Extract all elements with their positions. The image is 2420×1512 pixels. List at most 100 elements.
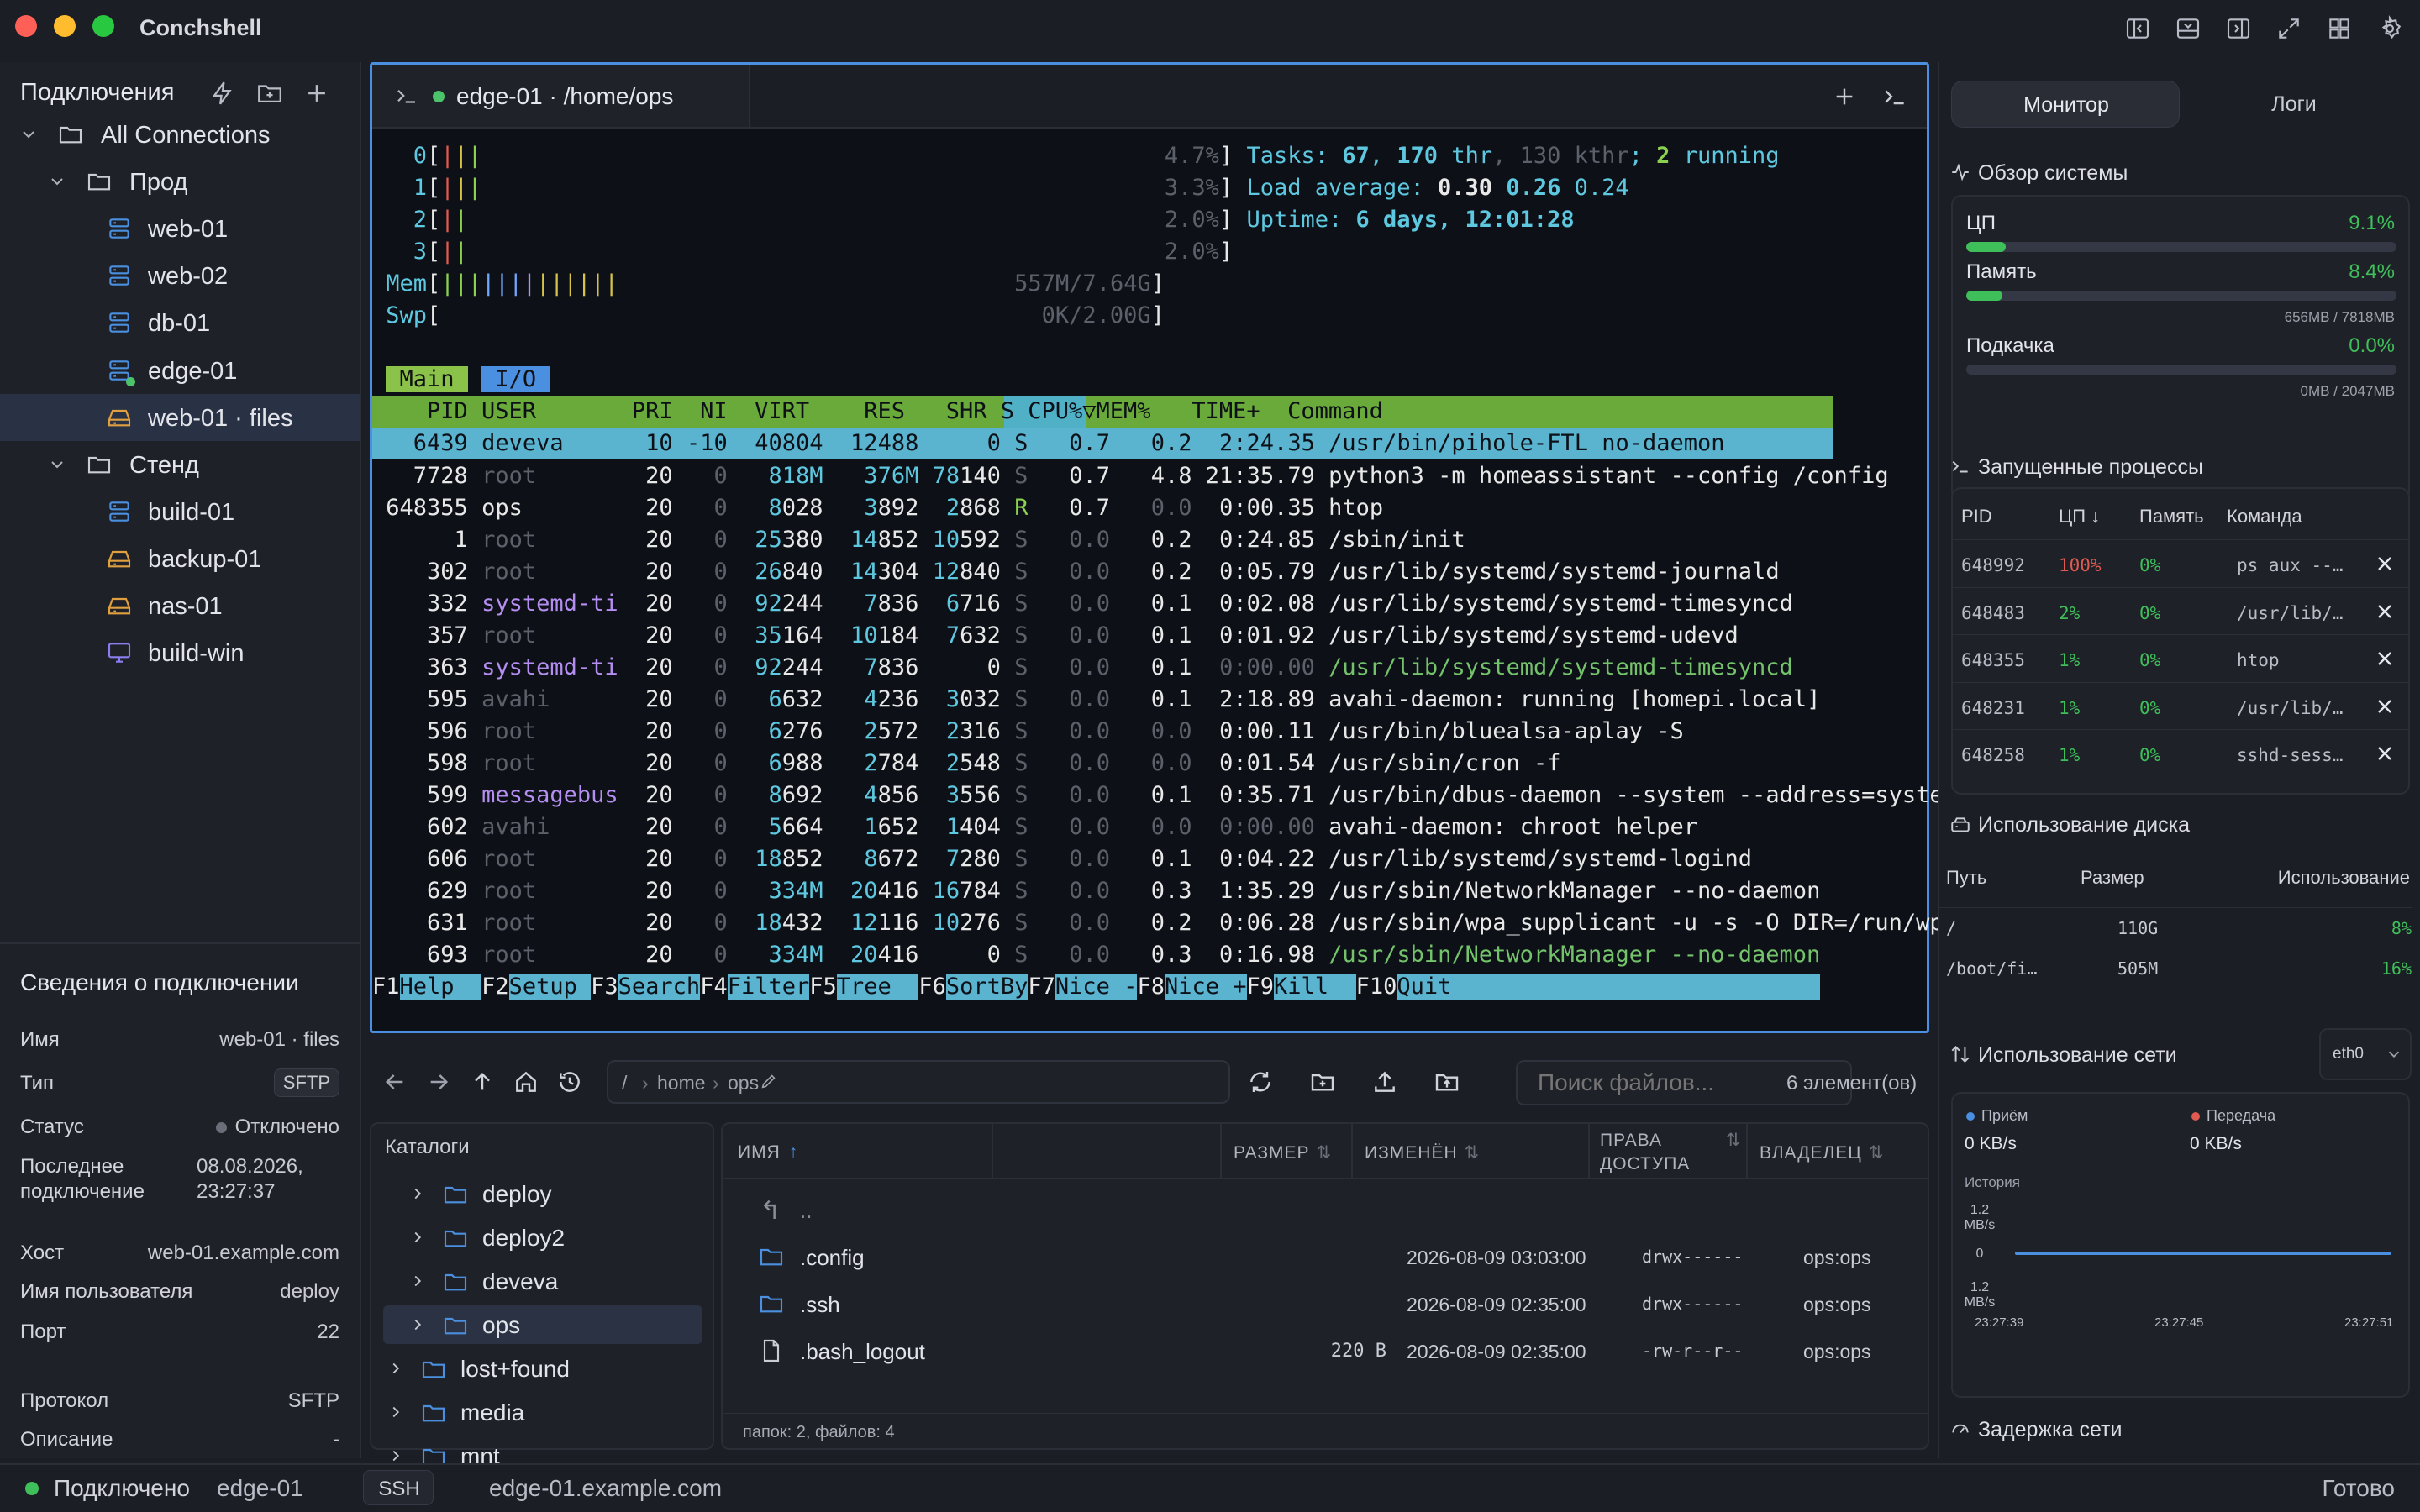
edit-path-pencil-icon[interactable] (760, 1072, 778, 1090)
kill-process-close-icon[interactable] (2373, 600, 2396, 623)
fkey-f10[interactable]: F10 (1356, 974, 1397, 1000)
grid-layout-icon[interactable] (2326, 15, 2353, 42)
chevron-right-icon[interactable] (387, 1403, 405, 1421)
kill-process-close-icon[interactable] (2373, 647, 2396, 670)
fkey-label[interactable]: Setup (508, 974, 592, 1000)
tree-item-all-connections[interactable]: All Connections (0, 111, 360, 158)
file-row[interactable]: .bash_logout 220 B 2026-08-09 02:35:00 -rw-… (723, 1329, 1928, 1374)
toggle-bottom-panel-icon[interactable] (2175, 15, 2202, 42)
tree-item-edge-01[interactable]: edge-01 (0, 347, 360, 394)
forward-arrow-icon[interactable] (425, 1068, 452, 1095)
monitor-process-row[interactable]: 648258 1% 0% sshd-sess… (1953, 729, 2408, 776)
path-ops[interactable]: ops (728, 1072, 759, 1095)
fkey-label[interactable]: Quit (1397, 974, 1452, 1000)
tree-item-web-02[interactable]: web-02 (0, 252, 360, 299)
catalog-item-ops[interactable]: ops (383, 1305, 702, 1344)
fkey-label[interactable]: Tree (836, 974, 919, 1000)
fkey-label[interactable]: Search (618, 974, 701, 1000)
kill-process-close-icon[interactable] (2373, 742, 2396, 765)
fullscreen-icon[interactable] (2275, 15, 2302, 42)
fkey-f8[interactable]: F8 (1137, 974, 1165, 1000)
column-modified-header[interactable]: ИЗМЕНЁН ⇅ (1365, 1142, 1480, 1163)
fkey-f5[interactable]: F5 (809, 974, 837, 1000)
home-icon[interactable] (513, 1068, 539, 1095)
fkey-label[interactable]: Help (399, 974, 482, 1000)
tab-logs[interactable]: Логи (2180, 81, 2408, 128)
chevron-down-icon[interactable] (18, 124, 39, 144)
tree-item-web-01[interactable]: web-01 (0, 205, 360, 252)
tree-item-nas-01[interactable]: nas-01 (0, 582, 360, 629)
chevron-right-icon[interactable] (408, 1228, 427, 1247)
column-perms-header[interactable]: ПРАВА ДОСТУПА ⇅ (1600, 1129, 1741, 1176)
fkey-f3[interactable]: F3 (591, 974, 618, 1000)
tab-monitor[interactable]: Монитор (1951, 81, 2180, 128)
path-root[interactable]: / (622, 1072, 627, 1095)
catalog-item-deploy[interactable]: deploy (371, 1174, 713, 1213)
catalog-item-lost-found[interactable]: lost+found (371, 1349, 713, 1388)
monitor-process-row[interactable]: 648355 1% 0% htop (1953, 634, 2408, 681)
column-name-header[interactable]: ИМЯ ↑ (738, 1142, 798, 1163)
fkey-label[interactable]: Filter (727, 974, 810, 1000)
fkey-label[interactable]: Nice + (1164, 974, 1247, 1000)
htop-output[interactable]: 0[||| 4.7%] Tasks: 67, 170 thr, 130 kthr… (372, 129, 1957, 1031)
tree-item-db-01[interactable]: db-01 (0, 299, 360, 346)
parent-directory-row[interactable]: ↰ .. (723, 1188, 1928, 1233)
up-arrow-icon[interactable] (469, 1068, 496, 1095)
chevron-right-icon[interactable] (387, 1359, 405, 1378)
new-tab-icon[interactable] (1831, 83, 1858, 110)
tree-item-web-01-files[interactable]: web-01 · files (0, 393, 360, 441)
terminal-tab[interactable]: edge-01 · /home/ops (372, 65, 750, 127)
fkey-f7[interactable]: F7 (1028, 974, 1055, 1000)
kill-process-close-icon[interactable] (2373, 695, 2396, 718)
terminal-pane[interactable]: edge-01 · /home/ops 0[||| 4.7%] Tasks: 6… (370, 62, 1957, 1033)
refresh-icon[interactable] (1247, 1068, 1274, 1095)
chevron-down-icon[interactable] (47, 454, 67, 475)
terminal-menu-icon[interactable] (1881, 83, 1908, 110)
new-folder-icon[interactable] (1309, 1068, 1336, 1095)
toggle-right-panel-icon[interactable] (2225, 15, 2252, 42)
interface-select[interactable]: eth0 (2319, 1028, 2412, 1080)
add-connection-icon[interactable] (302, 79, 331, 108)
file-row[interactable]: .config 2026-08-09 03:03:00 drwx------ ops:… (723, 1235, 1928, 1280)
kill-process-close-icon[interactable] (2373, 552, 2396, 575)
path-breadcrumb[interactable]: / › home › ops (607, 1060, 1230, 1104)
file-row[interactable]: .ssh 2026-08-09 02:35:00 drwx------ ops:ops (723, 1282, 1928, 1327)
fkey-label[interactable]: SortBy (945, 974, 1028, 1000)
upload-icon[interactable] (1371, 1068, 1398, 1095)
chevron-right-icon[interactable] (408, 1315, 427, 1334)
chevron-right-icon[interactable] (387, 1446, 405, 1465)
fkey-label[interactable]: Nice - (1055, 974, 1138, 1000)
settings-gear-icon[interactable] (2376, 15, 2403, 42)
catalog-item-media[interactable]: media (371, 1393, 713, 1431)
chevron-down-icon[interactable] (47, 171, 67, 192)
tree-item-build-01[interactable]: build-01 (0, 488, 360, 535)
minimize-window-button[interactable] (54, 15, 76, 37)
fkey-label[interactable]: Kill (1274, 974, 1356, 1000)
quick-connect-icon[interactable] (208, 79, 237, 108)
monitor-process-row[interactable]: 648992 100% 0% ps aux --… (1953, 539, 2408, 586)
new-folder-icon[interactable] (255, 79, 284, 108)
proc-cpu-header[interactable]: ЦП ↓ (2059, 506, 2100, 528)
back-arrow-icon[interactable] (381, 1068, 408, 1095)
proc-pid-header[interactable]: PID (1961, 506, 1992, 528)
upload-folder-icon[interactable] (1434, 1068, 1460, 1095)
monitor-process-row[interactable]: 648231 1% 0% /usr/lib/… (1953, 681, 2408, 729)
column-owner-header[interactable]: ВЛАДЕЛЕЦ ⇅ (1760, 1142, 1884, 1163)
toggle-left-panel-icon[interactable] (2124, 15, 2151, 42)
proc-cmd-header[interactable]: Команда (2227, 506, 2302, 528)
tree-item-build-win[interactable]: build-win (0, 629, 360, 676)
fkey-f1[interactable]: F1 (372, 974, 400, 1000)
fkey-f2[interactable]: F2 (481, 974, 509, 1000)
tree-item-прод[interactable]: Прод (0, 158, 360, 205)
proc-mem-header[interactable]: Память (2139, 506, 2204, 528)
maximize-window-button[interactable] (92, 15, 114, 37)
close-window-button[interactable] (15, 15, 37, 37)
fkey-f6[interactable]: F6 (918, 974, 946, 1000)
catalog-item-deploy2[interactable]: deploy2 (371, 1218, 713, 1257)
catalog-item-deveva[interactable]: deveva (371, 1262, 713, 1300)
tree-item-backup-01[interactable]: backup-01 (0, 535, 360, 582)
history-icon[interactable] (556, 1068, 583, 1095)
chevron-right-icon[interactable] (408, 1184, 427, 1203)
fkey-f9[interactable]: F9 (1247, 974, 1275, 1000)
chevron-right-icon[interactable] (408, 1272, 427, 1290)
